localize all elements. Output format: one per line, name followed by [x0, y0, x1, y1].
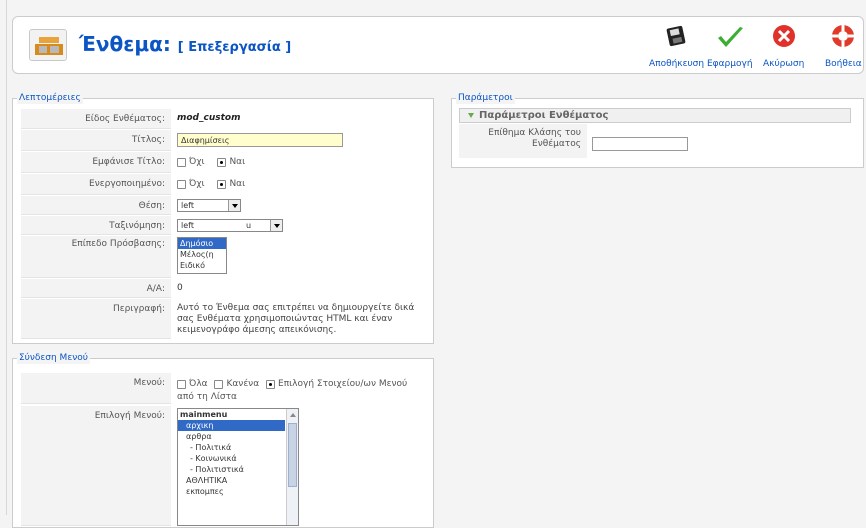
position-select[interactable]: left — [177, 199, 241, 212]
description-label: Περιγραφή: — [21, 299, 171, 339]
description-row: Περιγραφή: Αυτό το Ένθεμα σας επιτρέπει … — [21, 299, 428, 339]
id-value: 0 — [177, 283, 183, 293]
module-icon — [29, 29, 67, 61]
order-select-value: left — [181, 221, 194, 230]
id-row: Α/Α: 0 — [21, 279, 428, 298]
order-select-value-2: u — [246, 221, 252, 230]
title-row: Τίτλος: — [21, 130, 428, 151]
position-row: Θέση: left — [21, 196, 428, 215]
menu-item[interactable]: αρχικη — [178, 420, 285, 431]
chevron-down-icon — [270, 220, 282, 231]
menu-item[interactable]: - Κοινωνικά — [178, 453, 298, 464]
scroll-up-icon[interactable] — [290, 413, 296, 417]
enabled-no-radio[interactable] — [177, 179, 186, 189]
parameters-fieldset: Παράμετροι Παράμετροι Ενθέματος Επίθημα … — [451, 92, 864, 168]
id-label: Α/Α: — [21, 279, 171, 298]
show-title-row: Εμφάνισε Τίτλο: Όχι Ναι — [21, 152, 428, 173]
menu-items-listbox[interactable]: mainmenu αρχικη αρθρα - Πολιτικά - Κοινω… — [177, 408, 299, 526]
menu-item[interactable]: - Πολιτιστικά — [178, 464, 298, 475]
order-select[interactable]: left u — [177, 219, 283, 232]
menu-item[interactable]: εκπομπες — [178, 486, 298, 497]
description-value: Αυτό το Ένθεμα σας επιτρέπει να δημιουργ… — [177, 303, 415, 335]
access-option[interactable]: Δημόσιο — [178, 238, 226, 249]
parameters-legend: Παράμετροι — [456, 92, 515, 104]
module-type-value: mod_custom — [177, 113, 241, 123]
module-type-label: Είδος Ενθέματος: — [21, 109, 171, 129]
menu-link-fieldset: Σύνδεση Μενού Μενού: Όλα Κανένα Επιλογή … — [12, 352, 434, 528]
menu-item[interactable]: ΑΘΛΗΤΙΚΑ — [178, 475, 298, 486]
access-level-listbox[interactable]: Δημόσιο Μέλος(η Ειδικό — [177, 237, 227, 274]
access-level-row: Επίπεδο Πρόσβασης: Δημόσιο Μέλος(η Ειδικ… — [21, 236, 428, 278]
module-parameters-title: Παράμετροι Ενθέματος — [479, 110, 609, 121]
show-title-no-label: Όχι — [189, 157, 205, 167]
help-button[interactable]: Βοήθεια — [825, 23, 862, 69]
module-parameters-header[interactable]: Παράμετροι Ενθέματος — [459, 108, 851, 123]
apply-label: Εφαρμογή — [707, 59, 753, 69]
show-title-yes-radio[interactable] — [217, 157, 227, 167]
menus-row: Μενού: Όλα Κανένα Επιλογή Στοιχείου/ων Μ… — [21, 373, 428, 404]
save-icon — [662, 23, 692, 51]
details-fieldset: Λεπτομέρειες Είδος Ενθέματος: mod_custom… — [12, 92, 434, 344]
toolbar-header: Ένθεμα: [ Επεξεργασία ] Αποθήκευση Εφαρμ… — [12, 16, 864, 74]
enabled-no-label: Όχι — [189, 179, 205, 189]
menus-all-radio[interactable] — [177, 379, 186, 389]
save-label: Αποθήκευση — [649, 59, 705, 69]
enabled-yes-label: Ναι — [229, 179, 246, 189]
page-title: Ένθεμα: [ Επεξεργασία ] — [79, 32, 291, 56]
enabled-row: Ενεργοποιημένο: Όχι Ναι — [21, 174, 428, 195]
order-row: Ταξινόμηση: left u — [21, 216, 428, 235]
position-label: Θέση: — [21, 196, 171, 215]
enabled-label: Ενεργοποιημένο: — [21, 174, 171, 195]
menus-select-label: Επιλογή Στοιχείου/ων Μενού από τη Λίστα — [177, 379, 408, 402]
expand-triangle-icon — [468, 112, 474, 118]
menus-select-radio[interactable] — [266, 379, 276, 389]
show-title-no-radio[interactable] — [177, 157, 186, 167]
order-label: Ταξινόμηση: — [21, 216, 171, 235]
menu-group-header: mainmenu — [180, 410, 228, 419]
page-title-sub: [ Επεξεργασία ] — [177, 40, 292, 55]
cancel-button[interactable]: Ακύρωση — [763, 23, 804, 69]
title-label: Τίτλος: — [21, 130, 171, 151]
class-suffix-label: Επίθημα Κλάσης του Ενθέματος — [459, 124, 587, 158]
menu-select-row: Επιλογή Μενού: mainmenu αρχικη αρθρα - Π… — [21, 406, 428, 526]
menu-item[interactable]: - Πολιτικά — [178, 442, 298, 453]
page-title-main: Ένθεμα: — [79, 32, 171, 56]
menu-item[interactable]: αρθρα — [178, 431, 298, 442]
scrollbar-thumb[interactable] — [288, 423, 297, 487]
menus-none-radio[interactable] — [214, 379, 224, 389]
access-option[interactable]: Ειδικό — [178, 260, 226, 271]
menus-all-label: Όλα — [189, 379, 208, 389]
cancel-icon — [769, 23, 799, 51]
menus-none-label: Κανένα — [226, 379, 260, 389]
module-type-row: Είδος Ενθέματος: mod_custom — [21, 109, 428, 129]
title-input[interactable] — [177, 133, 343, 147]
apply-button[interactable]: Εφαρμογή — [707, 23, 753, 69]
help-lifebuoy-icon — [828, 23, 858, 51]
chevron-down-icon — [228, 200, 240, 211]
menus-label: Μενού: — [21, 373, 171, 404]
access-level-label: Επίπεδο Πρόσβασης: — [21, 236, 171, 278]
class-suffix-input[interactable] — [592, 137, 688, 151]
checkmark-icon — [715, 23, 745, 51]
access-option[interactable]: Μέλος(η — [178, 249, 226, 260]
save-button[interactable]: Αποθήκευση — [649, 23, 704, 69]
enabled-yes-radio[interactable] — [217, 179, 227, 189]
show-title-label: Εμφάνισε Τίτλο: — [21, 152, 171, 173]
menu-select-label: Επιλογή Μενού: — [21, 406, 171, 526]
show-title-yes-label: Ναι — [229, 157, 246, 167]
help-label: Βοήθεια — [825, 59, 862, 69]
cancel-label: Ακύρωση — [763, 59, 805, 69]
listbox-scrollbar[interactable] — [286, 409, 298, 525]
menu-link-legend: Σύνδεση Μενού — [17, 352, 90, 364]
page-left-border — [6, 0, 7, 515]
position-select-value: left — [181, 201, 194, 210]
details-legend: Λεπτομέρειες — [17, 92, 83, 104]
